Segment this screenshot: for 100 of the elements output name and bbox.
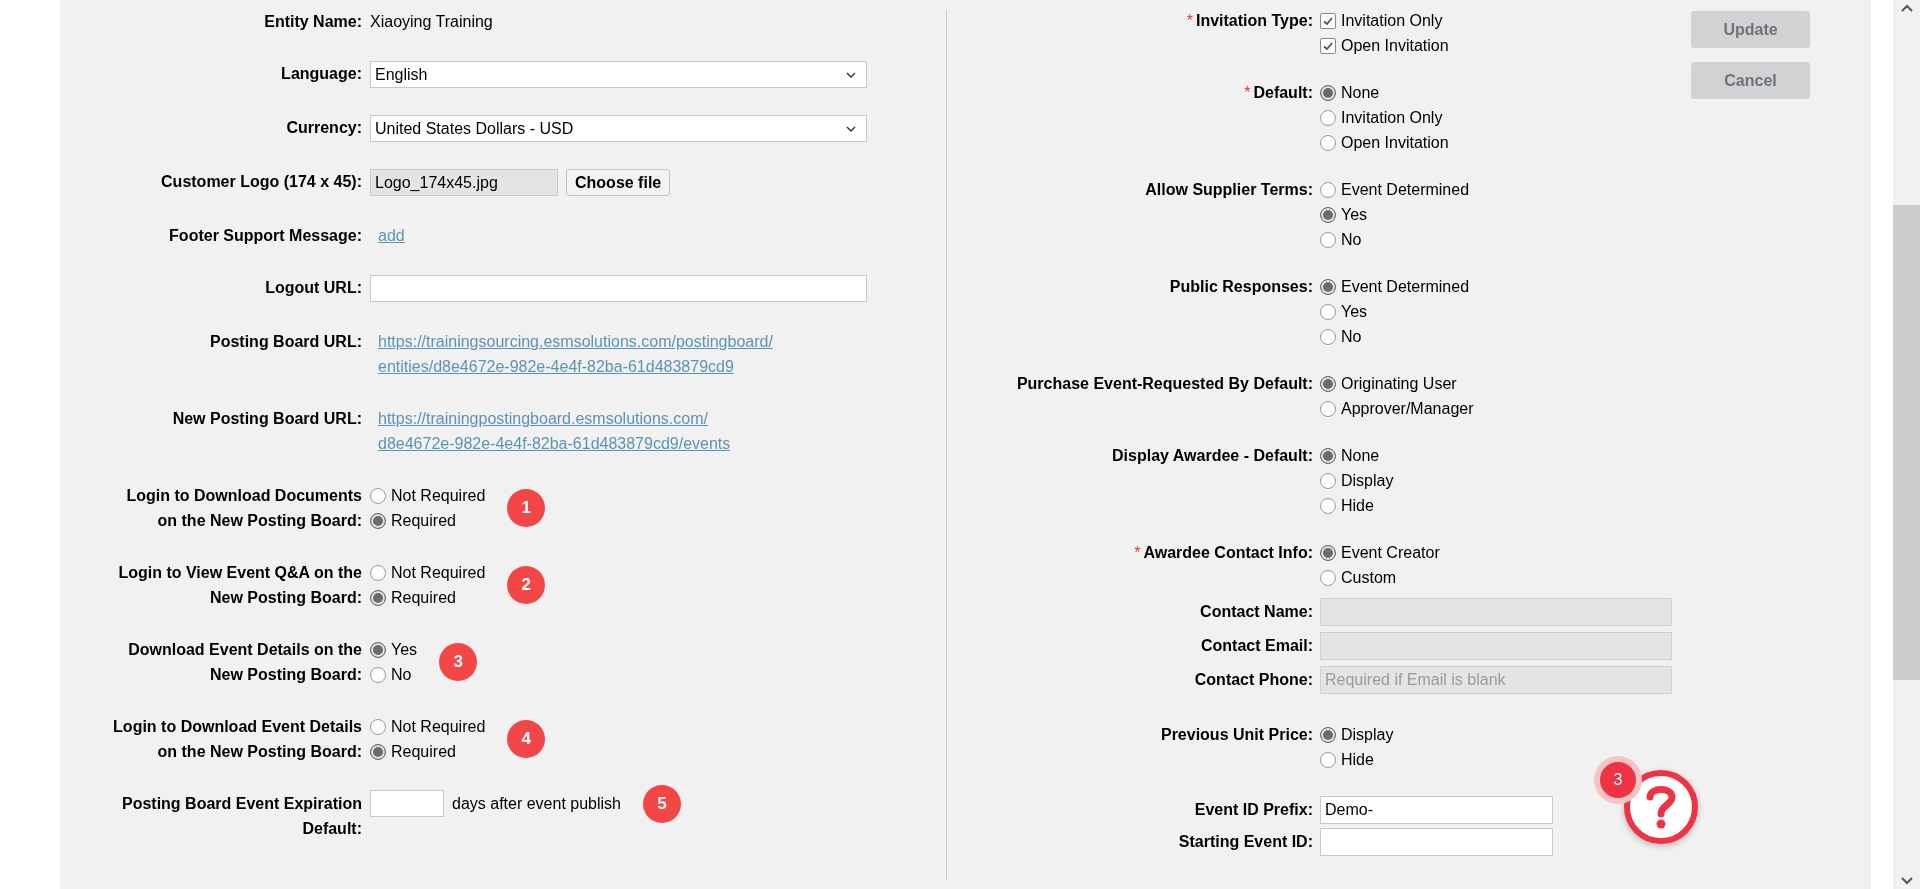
option-label: Required bbox=[391, 510, 456, 531]
option-label: Hide bbox=[1341, 749, 1374, 770]
required-asterisk: * bbox=[1244, 82, 1251, 103]
field-label: Login to Download Event Details on the New Posting Board: bbox=[113, 717, 362, 762]
option-label: Yes bbox=[391, 639, 418, 660]
link[interactable]: https://trainingsourcing.esmsolutions.com/postingboard/ bbox=[378, 329, 773, 354]
option-label: Open Invitation bbox=[1341, 35, 1449, 56]
link[interactable]: d8e4672e-982e-4e4f-82ba-61d483879cd9/events bbox=[378, 431, 731, 456]
radio-button[interactable] bbox=[1320, 328, 1336, 345]
radio-button[interactable] bbox=[1320, 134, 1336, 151]
scroll-down-icon[interactable] bbox=[1900, 877, 1913, 885]
input-field[interactable] bbox=[1320, 828, 1553, 856]
field-label: Posting Board URL: bbox=[210, 332, 362, 352]
scrollbar[interactable] bbox=[1893, 0, 1920, 889]
option-label: No bbox=[1341, 326, 1362, 347]
field-label: Contact Email: bbox=[1201, 636, 1313, 656]
link[interactable]: add bbox=[378, 223, 405, 248]
option-label: None bbox=[1341, 82, 1380, 103]
field-label: Customer Logo (174 x 45): bbox=[161, 172, 362, 192]
option-label: Invitation Only bbox=[1341, 10, 1443, 31]
radio-button[interactable] bbox=[1320, 375, 1336, 392]
days-field[interactable] bbox=[370, 790, 444, 817]
select-field[interactable]: English bbox=[370, 61, 867, 88]
radio-button[interactable] bbox=[1320, 447, 1336, 464]
step-marker: 5 bbox=[643, 784, 681, 823]
option-label: Invitation Only bbox=[1341, 107, 1443, 128]
chevron-down-icon bbox=[846, 125, 856, 132]
radio-button[interactable] bbox=[1320, 726, 1336, 743]
option-label: No bbox=[1341, 229, 1362, 250]
radio-button[interactable] bbox=[1320, 751, 1336, 768]
radio-button[interactable] bbox=[370, 666, 386, 683]
input-field[interactable]: Demo- bbox=[1320, 796, 1553, 824]
option-label: Event Determined bbox=[1341, 179, 1470, 200]
select-field[interactable]: United States Dollars - USD bbox=[370, 115, 867, 142]
field-label: Entity Name: bbox=[264, 12, 362, 32]
field-label: Language: bbox=[281, 64, 362, 84]
radio-button[interactable] bbox=[370, 743, 386, 760]
field-label: New Posting Board URL: bbox=[172, 409, 362, 429]
radio-button[interactable] bbox=[1320, 569, 1336, 586]
radio-button[interactable] bbox=[1320, 544, 1336, 561]
chevron-down-icon bbox=[846, 71, 856, 78]
radio-button[interactable] bbox=[1320, 181, 1336, 198]
option-label: Required bbox=[391, 741, 456, 762]
entity-name-value: Xiaoying Training bbox=[370, 13, 493, 30]
option-label: Event Determined bbox=[1341, 276, 1470, 297]
radio-button[interactable] bbox=[370, 564, 386, 581]
field-label: Login to Download Documents on the New Posting Board: bbox=[126, 486, 362, 531]
field-label: Contact Phone: bbox=[1194, 670, 1313, 690]
option-label: Display bbox=[1341, 724, 1394, 745]
link[interactable]: https://trainingpostingboard.esmsolutions.com/ bbox=[378, 406, 731, 431]
option-label: None bbox=[1341, 445, 1380, 466]
field-label: Default: bbox=[1253, 82, 1313, 103]
option-label: Display bbox=[1341, 470, 1394, 491]
radio-button[interactable] bbox=[1320, 497, 1336, 514]
step-marker: 3 bbox=[439, 643, 478, 681]
radio-button[interactable] bbox=[1320, 278, 1336, 295]
radio-button[interactable] bbox=[1320, 109, 1336, 126]
radio-button[interactable] bbox=[370, 641, 386, 658]
checkbox[interactable] bbox=[1320, 37, 1336, 54]
link[interactable]: entities/d8e4672e-982e-4e4f-82ba-61d483879cd9 bbox=[378, 354, 773, 379]
field-label: Allow Supplier Terms: bbox=[1145, 179, 1313, 200]
field-label: Previous Unit Price: bbox=[1160, 724, 1313, 745]
question-mark-icon bbox=[1646, 784, 1676, 830]
field-label: Awardee Contact Info: bbox=[1143, 542, 1313, 563]
required-asterisk: * bbox=[1134, 542, 1141, 563]
radio-button[interactable] bbox=[1320, 231, 1336, 248]
step-marker: 4 bbox=[507, 720, 546, 758]
input-field[interactable] bbox=[370, 275, 867, 302]
days-suffix: days after event publish bbox=[452, 793, 621, 814]
option-label: Yes bbox=[1341, 301, 1368, 322]
checkbox[interactable] bbox=[1320, 12, 1336, 29]
radio-button[interactable] bbox=[1320, 303, 1336, 320]
field-label: Event ID Prefix: bbox=[1194, 800, 1313, 820]
radio-button[interactable] bbox=[370, 718, 386, 735]
option-label: Custom bbox=[1341, 567, 1397, 588]
radio-button[interactable] bbox=[1320, 400, 1336, 417]
field-label: Contact Name: bbox=[1200, 602, 1313, 622]
field-label: Currency: bbox=[286, 118, 362, 138]
radio-button[interactable] bbox=[1320, 206, 1336, 223]
field-label: Starting Event ID: bbox=[1178, 832, 1313, 852]
required-asterisk: * bbox=[1186, 10, 1193, 31]
radio-button[interactable] bbox=[1320, 472, 1336, 489]
radio-button[interactable] bbox=[370, 487, 386, 504]
option-label: No bbox=[391, 664, 412, 685]
option-label: Not Required bbox=[391, 485, 486, 506]
option-label: Approver/Manager bbox=[1341, 398, 1474, 419]
option-label: Originating User bbox=[1341, 373, 1457, 394]
option-label: Open Invitation bbox=[1341, 132, 1449, 153]
choose-file-button[interactable]: Choose file bbox=[566, 169, 671, 196]
radio-button[interactable] bbox=[370, 589, 386, 606]
radio-button[interactable] bbox=[1320, 84, 1336, 101]
field-label: Login to View Event Q&A on the New Posting Board: bbox=[118, 563, 362, 608]
field-label: Logout URL: bbox=[265, 278, 362, 298]
option-label: Not Required bbox=[391, 562, 486, 583]
radio-button[interactable] bbox=[370, 512, 386, 529]
field-label: Public Responses: bbox=[1169, 276, 1313, 297]
field-label: Invitation Type: bbox=[1195, 10, 1313, 31]
option-label: Hide bbox=[1341, 495, 1374, 516]
option-label: Not Required bbox=[391, 716, 486, 737]
scroll-up-icon[interactable] bbox=[1900, 4, 1913, 12]
